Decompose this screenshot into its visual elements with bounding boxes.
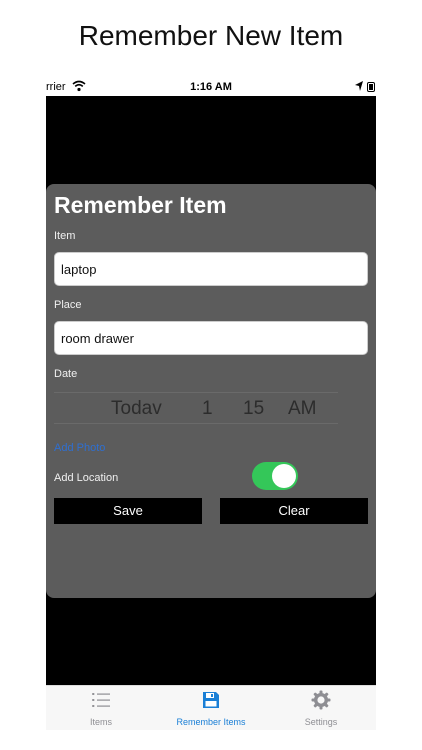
- tab-settings[interactable]: Settings: [266, 686, 376, 730]
- screenshot-headline: Remember New Item: [78, 20, 344, 51]
- tab-bar: Items Remember Items Settings: [46, 685, 376, 730]
- add-location-label: Add Location: [54, 472, 119, 484]
- picker-period[interactable]: AM: [288, 398, 317, 420]
- tab-items[interactable]: Items: [46, 686, 156, 730]
- place-input[interactable]: [54, 321, 368, 355]
- location-arrow-icon: [355, 81, 363, 91]
- place-label: Place: [54, 299, 82, 311]
- add-photo-link[interactable]: Add Photo: [54, 442, 105, 454]
- phone-screen: rrier 1:16 AM Remember Item Item Place D…: [46, 78, 376, 730]
- toggle-knob: [272, 464, 296, 488]
- battery-icon: [367, 82, 375, 92]
- tab-remember-items[interactable]: Remember Items: [156, 686, 266, 730]
- date-label: Date: [54, 368, 78, 380]
- gear-icon: [311, 690, 331, 710]
- list-icon: [92, 693, 110, 707]
- remember-item-card: Remember Item Item Place Date Todav 1 15…: [46, 184, 376, 598]
- tab-items-label: Items: [89, 717, 112, 727]
- tab-remember-items-label: Remember Items: [176, 717, 246, 727]
- picker-day[interactable]: Todav: [111, 398, 162, 420]
- item-input[interactable]: [54, 252, 368, 286]
- picker-hour[interactable]: 1: [202, 398, 213, 420]
- picker-minute[interactable]: 15: [243, 398, 264, 420]
- item-label: Item: [54, 230, 76, 242]
- save-icon: [203, 692, 219, 708]
- add-location-toggle[interactable]: [252, 462, 298, 490]
- clear-button[interactable]: Clear: [220, 498, 368, 524]
- clock-label: 1:16 AM: [190, 81, 232, 93]
- save-button[interactable]: Save: [54, 498, 202, 524]
- status-bar: rrier 1:16 AM: [46, 78, 376, 96]
- card-title: Remember Item: [54, 192, 227, 218]
- tab-settings-label: Settings: [304, 717, 338, 727]
- date-picker[interactable]: Todav 1 15 AM: [54, 392, 338, 424]
